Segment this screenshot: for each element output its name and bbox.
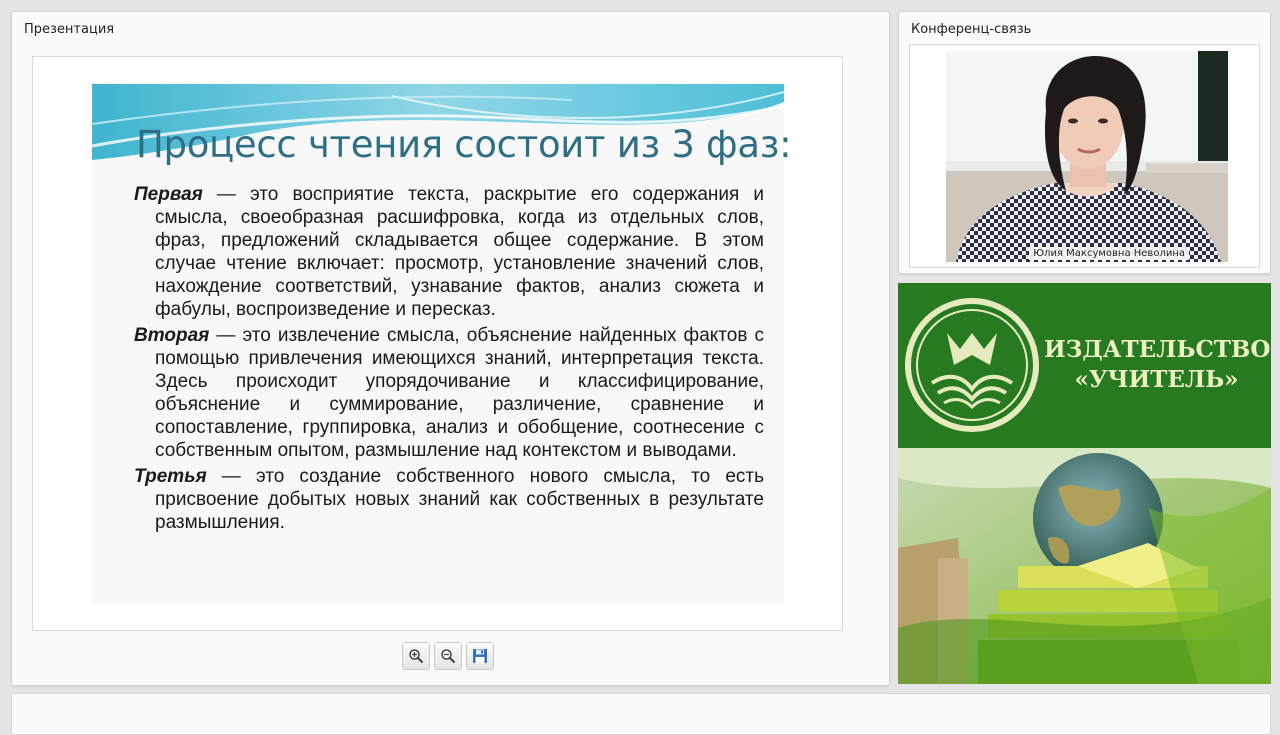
zoom-in-icon <box>409 649 424 664</box>
bottom-panel <box>11 693 1271 735</box>
paragraph-text: — это восприятие текста, раскрытие его с… <box>155 184 764 320</box>
slide: Процесс чтения состоит из 3 фаз: Первая … <box>92 84 792 604</box>
conference-panel: Конференц-связь Юлия Максумовна Неволина <box>898 11 1271 274</box>
slide-paragraph-second: Вторая — это извлечение смысла, объяснен… <box>134 324 764 462</box>
slide-viewer[interactable]: Процесс чтения состоит из 3 фаз: Первая … <box>32 56 843 631</box>
presentation-panel-title: Презентация <box>24 22 115 37</box>
webcam-video-feed <box>946 51 1228 262</box>
publisher-header: ИЗДАТЕЛЬСТВО «УЧИТЕЛЬ» <box>898 283 1271 448</box>
paragraph-text: — это создание собственного нового смысл… <box>155 466 764 533</box>
video-frame[interactable]: Юлия Максумовна Неволина <box>909 44 1260 268</box>
zoom-out-button[interactable] <box>434 642 462 670</box>
slide-body: Первая — это восприятие текста, раскрыти… <box>134 183 764 537</box>
publisher-banner: ИЗДАТЕЛЬСТВО «УЧИТЕЛЬ» <box>898 283 1271 684</box>
zoom-in-button[interactable] <box>402 642 430 670</box>
books-globe-image <box>898 448 1271 684</box>
participant-name-label: Юлия Максумовна Неволина <box>1029 247 1189 260</box>
paragraph-lead: Первая <box>134 184 203 205</box>
paragraph-lead: Вторая <box>134 325 210 346</box>
publisher-name: ИЗДАТЕЛЬСТВО «УЧИТЕЛЬ» <box>1044 335 1271 395</box>
zoom-out-icon <box>441 649 456 664</box>
paragraph-lead: Третья <box>134 466 207 487</box>
publisher-name-line2: «УЧИТЕЛЬ» <box>1074 366 1239 393</box>
save-icon <box>473 649 487 663</box>
publisher-logo-icon <box>905 298 1039 432</box>
conference-panel-title: Конференц-связь <box>911 22 1032 37</box>
slide-title: Процесс чтения состоит из 3 фаз: <box>136 123 792 166</box>
presentation-panel: Презентация Процесс чтения состоит из 3 … <box>11 11 890 686</box>
save-button[interactable] <box>466 642 494 670</box>
slide-paragraph-first: Первая — это восприятие текста, раскрыти… <box>134 183 764 321</box>
paragraph-text: — это извлечение смысла, объяснение найд… <box>155 325 764 461</box>
slide-paragraph-third: Третья — это создание собственного новог… <box>134 465 764 534</box>
publisher-name-line1: ИЗДАТЕЛЬСТВО <box>1044 336 1271 363</box>
slide-toolbar <box>402 642 494 670</box>
